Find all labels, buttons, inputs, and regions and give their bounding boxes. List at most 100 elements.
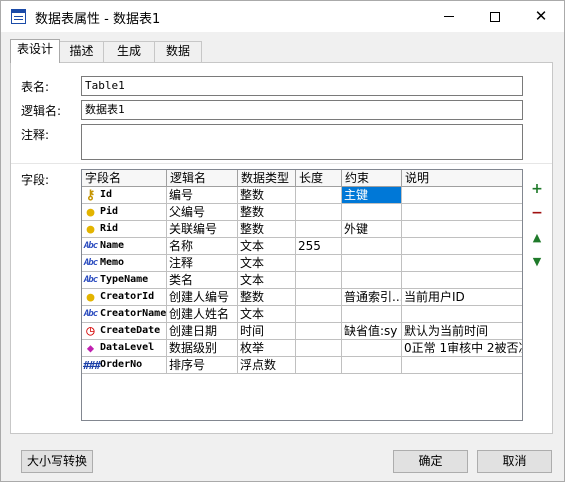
logical-name-cell[interactable]: 注释 — [167, 255, 238, 272]
logical-name-input[interactable]: 数据表1 — [81, 100, 523, 120]
data-type-cell[interactable]: 整数 — [238, 221, 296, 238]
logical-name-cell[interactable]: 创建日期 — [167, 323, 238, 340]
length-cell[interactable] — [296, 221, 342, 238]
fields-grid[interactable]: 字段名 逻辑名 数据类型 长度 约束 说明 ⚷ Id 编号 整数 主键 ● Pid … — [81, 169, 523, 421]
col-header-length[interactable]: 长度 — [296, 170, 342, 187]
logical-name-cell[interactable]: 类名 — [167, 272, 238, 289]
logical-name-cell[interactable]: 编号 — [167, 187, 238, 204]
table-row[interactable]: Abc TypeName 类名 文本 — [82, 272, 522, 289]
tab-generate[interactable]: 生成 — [103, 41, 155, 62]
data-type-cell[interactable]: 文本 — [238, 306, 296, 323]
data-type-cell[interactable]: 浮点数 — [238, 357, 296, 374]
data-type-cell[interactable]: 整数 — [238, 187, 296, 204]
length-cell[interactable] — [296, 204, 342, 221]
comment-input[interactable] — [81, 124, 523, 160]
field-name-cell[interactable]: Abc TypeName — [82, 272, 167, 289]
constraint-cell[interactable]: 外键 — [342, 221, 402, 238]
description-cell[interactable] — [402, 357, 522, 374]
case-convert-button[interactable]: 大小写转换 — [21, 450, 93, 473]
table-row[interactable]: ### OrderNo 排序号 浮点数 — [82, 357, 522, 374]
table-row[interactable]: ◆ DataLevel 数据级别 枚举 0正常 1审核中 2被否决 — [82, 340, 522, 357]
table-row[interactable]: ◷ CreateDate 创建日期 时间 缺省值:sy 默认为当前时间 — [82, 323, 522, 340]
col-header-constraint[interactable]: 约束 — [342, 170, 402, 187]
add-field-button[interactable]: + — [529, 181, 545, 197]
constraint-cell[interactable] — [342, 204, 402, 221]
data-type-cell[interactable]: 时间 — [238, 323, 296, 340]
length-cell[interactable] — [296, 289, 342, 306]
constraint-cell[interactable] — [342, 272, 402, 289]
table-row[interactable]: ● Rid 关联编号 整数 外键 — [82, 221, 522, 238]
description-cell[interactable] — [402, 204, 522, 221]
data-type-cell[interactable]: 文本 — [238, 255, 296, 272]
logical-name-cell[interactable]: 排序号 — [167, 357, 238, 374]
field-name-cell[interactable]: ● CreatorId — [82, 289, 167, 306]
field-name-cell[interactable]: ◷ CreateDate — [82, 323, 167, 340]
description-cell[interactable] — [402, 306, 522, 323]
field-name-cell[interactable]: ### OrderNo — [82, 357, 167, 374]
table-row[interactable]: ● Pid 父编号 整数 — [82, 204, 522, 221]
logical-name-cell[interactable]: 创建人编号 — [167, 289, 238, 306]
length-cell[interactable] — [296, 340, 342, 357]
field-name-cell[interactable]: ● Rid — [82, 221, 167, 238]
move-down-button[interactable]: ▼ — [529, 254, 545, 270]
field-name-cell[interactable]: ● Pid — [82, 204, 167, 221]
logical-name-cell[interactable]: 创建人姓名 — [167, 306, 238, 323]
table-row[interactable]: Abc Memo 注释 文本 — [82, 255, 522, 272]
length-cell[interactable] — [296, 255, 342, 272]
move-up-button[interactable]: ▲ — [529, 230, 545, 246]
data-type-cell[interactable]: 文本 — [238, 238, 296, 255]
col-header-data-type[interactable]: 数据类型 — [238, 170, 296, 187]
description-cell[interactable] — [402, 272, 522, 289]
field-name-cell[interactable]: Abc CreatorName — [82, 306, 167, 323]
field-name-cell[interactable]: ◆ DataLevel — [82, 340, 167, 357]
cancel-button[interactable]: 取消 — [477, 450, 552, 473]
field-name-cell[interactable]: Abc Memo — [82, 255, 167, 272]
constraint-cell[interactable]: 主键 — [342, 187, 402, 204]
constraint-cell[interactable] — [342, 255, 402, 272]
length-cell[interactable] — [296, 306, 342, 323]
tab-description[interactable]: 描述 — [59, 41, 104, 62]
data-type-cell[interactable]: 整数 — [238, 204, 296, 221]
minimize-button[interactable] — [426, 1, 472, 32]
table-name-input[interactable]: Table1 — [81, 76, 523, 96]
tab-table-design[interactable]: 表设计 — [10, 39, 60, 63]
description-cell[interactable] — [402, 255, 522, 272]
constraint-cell[interactable] — [342, 306, 402, 323]
length-cell[interactable] — [296, 323, 342, 340]
constraint-cell[interactable]: 普通索引... — [342, 289, 402, 306]
col-header-description[interactable]: 说明 — [402, 170, 522, 187]
data-type-cell[interactable]: 枚举 — [238, 340, 296, 357]
description-cell[interactable]: 0正常 1审核中 2被否决 — [402, 340, 522, 357]
col-header-field-name[interactable]: 字段名 — [82, 170, 167, 187]
close-button[interactable]: ✕ — [518, 1, 564, 32]
constraint-cell[interactable] — [342, 357, 402, 374]
length-cell[interactable] — [296, 357, 342, 374]
description-cell[interactable] — [402, 238, 522, 255]
table-row[interactable]: ⚷ Id 编号 整数 主键 — [82, 187, 522, 204]
length-cell[interactable]: 255 — [296, 238, 342, 255]
description-cell[interactable]: 默认为当前时间 — [402, 323, 522, 340]
description-cell[interactable] — [402, 187, 522, 204]
description-cell[interactable] — [402, 221, 522, 238]
constraint-cell[interactable] — [342, 340, 402, 357]
tab-data[interactable]: 数据 — [154, 41, 202, 62]
field-name-cell[interactable]: Abc Name — [82, 238, 167, 255]
constraint-cell[interactable] — [342, 238, 402, 255]
remove-field-button[interactable]: − — [529, 205, 545, 221]
description-cell[interactable]: 当前用户ID — [402, 289, 522, 306]
col-header-logical-name[interactable]: 逻辑名 — [167, 170, 238, 187]
length-cell[interactable] — [296, 272, 342, 289]
ok-button[interactable]: 确定 — [393, 450, 468, 473]
logical-name-cell[interactable]: 数据级别 — [167, 340, 238, 357]
logical-name-cell[interactable]: 父编号 — [167, 204, 238, 221]
data-type-cell[interactable]: 整数 — [238, 289, 296, 306]
logical-name-cell[interactable]: 关联编号 — [167, 221, 238, 238]
field-name-cell[interactable]: ⚷ Id — [82, 187, 167, 204]
maximize-button[interactable] — [472, 1, 518, 32]
table-row[interactable]: ● CreatorId 创建人编号 整数 普通索引... 当前用户ID — [82, 289, 522, 306]
table-row[interactable]: Abc Name 名称 文本 255 — [82, 238, 522, 255]
length-cell[interactable] — [296, 187, 342, 204]
constraint-cell[interactable]: 缺省值:sy — [342, 323, 402, 340]
data-type-cell[interactable]: 文本 — [238, 272, 296, 289]
logical-name-cell[interactable]: 名称 — [167, 238, 238, 255]
